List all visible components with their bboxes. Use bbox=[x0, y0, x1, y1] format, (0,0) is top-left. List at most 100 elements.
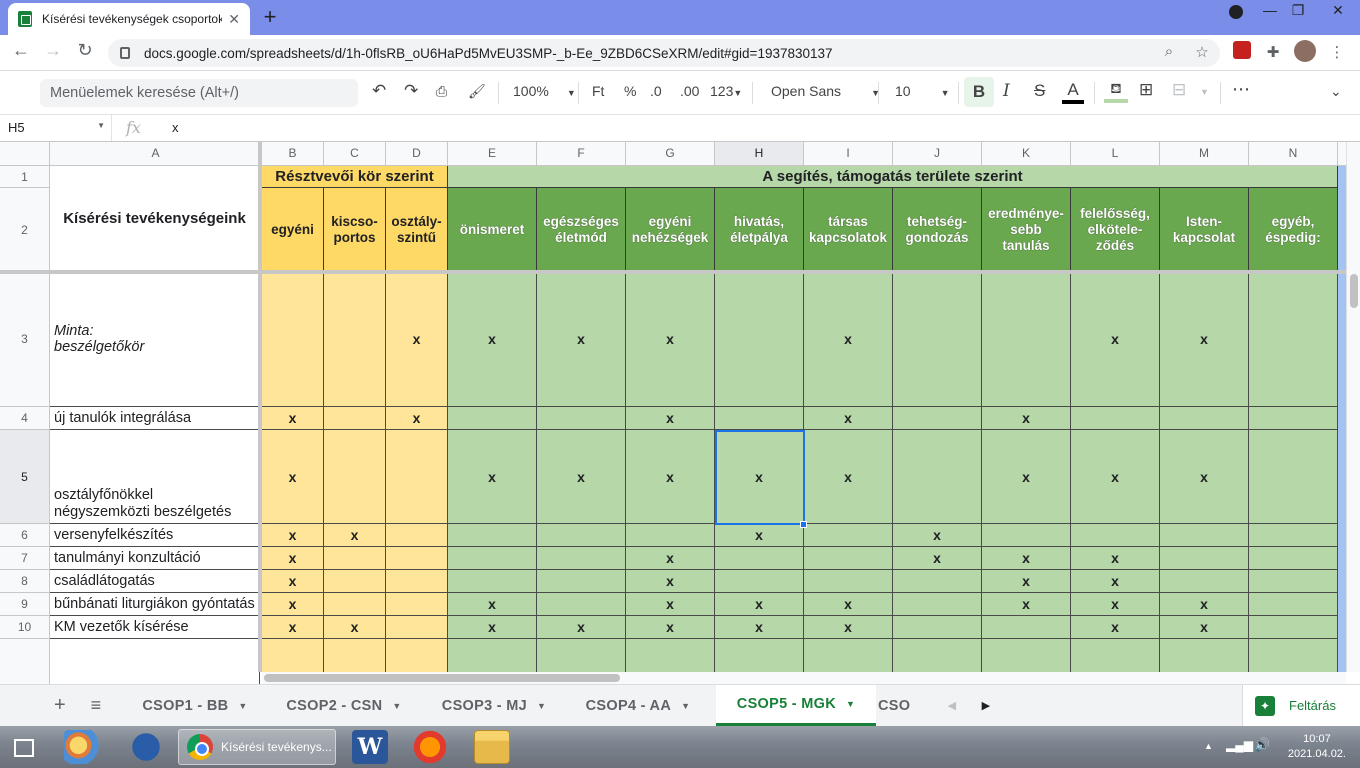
grid-cell[interactable] bbox=[1249, 430, 1338, 524]
column-header-n[interactable]: N bbox=[1249, 142, 1338, 166]
activity-cell[interactable]: Minta: beszélgetőkör bbox=[50, 272, 260, 407]
row-header-8[interactable]: 8 bbox=[0, 570, 50, 593]
grid-cell[interactable]: x bbox=[982, 407, 1071, 430]
volume-icon[interactable]: 🔊 bbox=[1254, 737, 1270, 753]
column-header-h[interactable]: H bbox=[715, 142, 804, 166]
horizontal-scroll-thumb[interactable] bbox=[264, 674, 620, 682]
grid-cell[interactable]: x bbox=[626, 407, 715, 430]
grid-cell[interactable] bbox=[324, 593, 386, 616]
grid-cell[interactable] bbox=[324, 430, 386, 524]
extension-red-icon[interactable] bbox=[1231, 41, 1253, 63]
grid-cell[interactable]: x bbox=[893, 524, 982, 547]
grid-cell[interactable] bbox=[1071, 407, 1160, 430]
grid-cell[interactable]: x bbox=[1071, 593, 1160, 616]
grid-cell[interactable] bbox=[448, 547, 537, 570]
grid-cell[interactable]: x bbox=[1071, 430, 1160, 524]
grid-cell[interactable] bbox=[715, 547, 804, 570]
grid-cell[interactable] bbox=[324, 570, 386, 593]
grid-cell[interactable]: x bbox=[715, 593, 804, 616]
grid-cell[interactable] bbox=[893, 407, 982, 430]
grid-cell[interactable]: x bbox=[262, 616, 324, 639]
grid-cell[interactable]: x bbox=[1160, 430, 1249, 524]
row-header-2[interactable]: 2 bbox=[0, 188, 50, 272]
grid-cell[interactable] bbox=[1249, 407, 1338, 430]
activity-cell[interactable]: osztályfőnökkel négyszemközti beszélgeté… bbox=[50, 430, 260, 524]
grid-cell[interactable]: x bbox=[262, 524, 324, 547]
currency-format-button[interactable]: Ft bbox=[592, 83, 604, 99]
grid-cell[interactable]: x bbox=[448, 272, 537, 407]
grid-cell[interactable]: x bbox=[804, 593, 893, 616]
name-box[interactable]: H5 ▼ bbox=[0, 115, 112, 141]
grid-cell[interactable]: x bbox=[386, 272, 448, 407]
grid-cell[interactable] bbox=[324, 547, 386, 570]
thunderbird-app-icon[interactable] bbox=[128, 730, 164, 764]
number-format-select[interactable]: 123▼ bbox=[710, 83, 742, 99]
all-sheets-button[interactable]: ≡ bbox=[78, 685, 114, 726]
grid-cell[interactable] bbox=[893, 616, 982, 639]
grid-cell[interactable] bbox=[804, 570, 893, 593]
firefox-app-icon[interactable] bbox=[412, 730, 448, 764]
grid-cell[interactable]: x bbox=[626, 593, 715, 616]
bold-button[interactable]: B bbox=[964, 77, 994, 107]
menu-search-input[interactable]: Menüelemek keresése (Alt+/) bbox=[40, 79, 358, 107]
browser-menu-icon[interactable]: ⋮ bbox=[1326, 43, 1348, 61]
print-icon[interactable]: ⎙ bbox=[436, 83, 447, 100]
grid-cell[interactable] bbox=[893, 593, 982, 616]
grid-cell[interactable]: x bbox=[1071, 616, 1160, 639]
grid-cell[interactable] bbox=[537, 547, 626, 570]
grid-cell[interactable] bbox=[324, 407, 386, 430]
grid-cell[interactable]: x bbox=[1160, 616, 1249, 639]
back-icon[interactable]: ← bbox=[8, 40, 34, 61]
grid-cell[interactable]: x bbox=[537, 430, 626, 524]
grid-cell[interactable]: x bbox=[262, 593, 324, 616]
row-header-5[interactable]: 5 bbox=[0, 430, 50, 524]
grid-cell[interactable] bbox=[1160, 570, 1249, 593]
blank-cell[interactable] bbox=[50, 639, 260, 685]
system-clock[interactable]: 10:07 2021.04.02. bbox=[1288, 732, 1346, 762]
grid-cell[interactable]: x bbox=[537, 272, 626, 407]
column-header-j[interactable]: J bbox=[893, 142, 982, 166]
bookmark-star-icon[interactable]: ☆ bbox=[1191, 43, 1213, 61]
column-header-a[interactable]: A bbox=[50, 142, 262, 166]
word-app-icon[interactable]: W bbox=[352, 730, 388, 764]
minimize-icon[interactable]: — bbox=[1256, 2, 1284, 18]
grid-cell[interactable] bbox=[448, 407, 537, 430]
close-tab-icon[interactable]: ✕ bbox=[228, 11, 240, 28]
row-header-7[interactable]: 7 bbox=[0, 547, 50, 570]
grid-cell[interactable]: x bbox=[1160, 272, 1249, 407]
row-header-3[interactable]: 3 bbox=[0, 272, 50, 407]
decrease-decimal-button[interactable]: .0 bbox=[650, 83, 662, 99]
grid-cell[interactable] bbox=[386, 616, 448, 639]
row-header-4[interactable]: 4 bbox=[0, 407, 50, 430]
grid-cell[interactable] bbox=[448, 524, 537, 547]
zoom-select[interactable]: 100% ▼ bbox=[513, 83, 576, 99]
grid-cell[interactable]: x bbox=[324, 524, 386, 547]
borders-icon[interactable]: ⊞ bbox=[1139, 80, 1153, 100]
formula-input[interactable]: x bbox=[172, 120, 179, 135]
zoom-icon[interactable]: ⌕ bbox=[1158, 43, 1180, 60]
grid-cell[interactable]: x bbox=[448, 616, 537, 639]
column-header-c[interactable]: C bbox=[324, 142, 386, 166]
grid-cell[interactable] bbox=[1249, 272, 1338, 407]
grid-cell[interactable]: x bbox=[448, 430, 537, 524]
maximize-icon[interactable]: ❐ bbox=[1284, 2, 1312, 19]
column-header-g[interactable]: G bbox=[626, 142, 715, 166]
grid-cell[interactable] bbox=[1160, 407, 1249, 430]
chevron-down-icon[interactable]: ▼ bbox=[681, 701, 690, 711]
chevron-down-icon[interactable]: ▼ bbox=[238, 701, 247, 711]
grid-cell[interactable] bbox=[893, 272, 982, 407]
grid-cell[interactable] bbox=[537, 593, 626, 616]
activity-cell[interactable]: KM vezetők kísérése bbox=[50, 616, 260, 639]
grid-cell[interactable]: x bbox=[262, 547, 324, 570]
grid-cell[interactable] bbox=[1071, 524, 1160, 547]
column-header-k[interactable]: K bbox=[982, 142, 1071, 166]
vertical-scroll-thumb[interactable] bbox=[1350, 274, 1358, 308]
activity-cell[interactable]: versenyfelkészítés bbox=[50, 524, 260, 547]
extensions-puzzle-icon[interactable]: ✚ bbox=[1262, 43, 1284, 61]
grid-cell[interactable] bbox=[1249, 570, 1338, 593]
grid-cell[interactable] bbox=[893, 570, 982, 593]
grid-cell[interactable] bbox=[537, 407, 626, 430]
tray-expand-icon[interactable]: ▲ bbox=[1204, 741, 1213, 751]
font-size-select[interactable]: 10 ▼ bbox=[895, 83, 950, 99]
chevron-down-icon[interactable]: ▼ bbox=[537, 701, 546, 711]
